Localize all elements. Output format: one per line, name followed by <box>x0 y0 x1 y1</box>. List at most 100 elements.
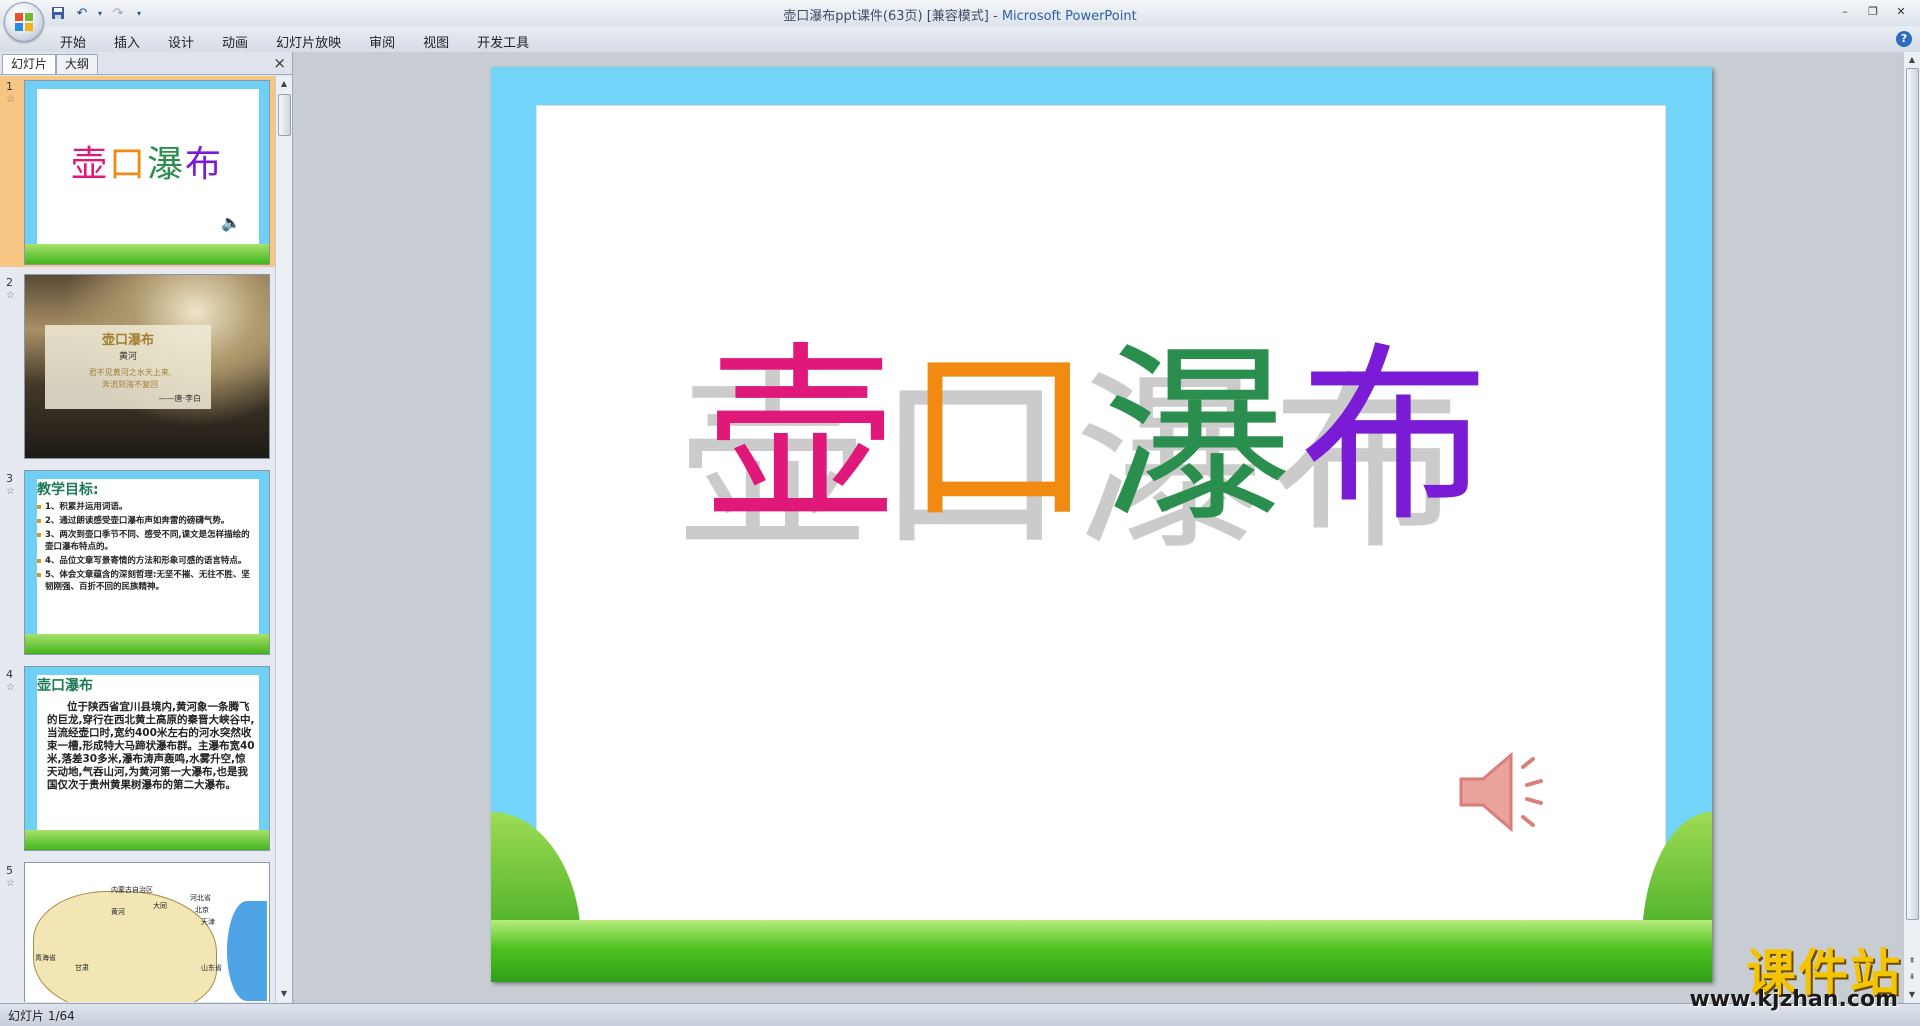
tab-insert[interactable]: 插入 <box>100 30 154 53</box>
tab-outline[interactable]: 大纲 <box>56 54 99 74</box>
close-icon[interactable]: ✕ <box>1888 2 1914 20</box>
tab-slideshow[interactable]: 幻灯片放映 <box>262 30 355 53</box>
tab-home[interactable]: 开始 <box>46 30 100 53</box>
animation-star-icon: ☆ <box>6 486 15 497</box>
close-pane-icon[interactable]: × <box>273 54 286 72</box>
map-label: 黄河 <box>111 908 125 916</box>
slide-number: 2 <box>6 276 13 289</box>
poem-signature: ——唐·李白 <box>158 394 201 403</box>
animation-star-icon: ☆ <box>6 290 15 301</box>
slide-canvas[interactable]: 壶口瀑布 <box>491 67 1712 982</box>
map-label: 甘肃 <box>75 964 89 972</box>
pane-tabs: 幻灯片 大纲 × <box>0 52 292 75</box>
thumbnail-paragraph: 位于陕西省宜川县境内,黄河象一条腾飞的巨龙,穿行在西北黄土高原的秦晋大峡谷中,当… <box>47 701 255 791</box>
window-title-doc: 壶口瀑布ppt课件(63页) [兼容模式] - <box>783 9 1002 24</box>
thumbnail-frame: 壶口瀑布 位于陕西省宜川县境内,黄河象一条腾飞的巨龙,穿行在西北黄土高原的秦晋大… <box>24 666 270 851</box>
scroll-up-icon[interactable]: ▲ <box>276 76 292 92</box>
slide-title[interactable]: 壶口瀑布 <box>491 327 1712 547</box>
tab-view[interactable]: 视图 <box>409 30 463 53</box>
thumbnail-list: 1、积累并运用词语。 2、通过朗读感受壶口瀑布声如奔雷的磅礴气势。 3、两次到壶… <box>37 501 255 595</box>
list-item: 1、积累并运用词语。 <box>37 501 255 513</box>
status-bar: 幻灯片 1/64 <box>0 1003 1920 1026</box>
title-char-4: 布 <box>1299 326 1498 547</box>
thumbnail-title: 壶口瀑布 <box>101 333 154 348</box>
ribbon-tab-bar: 开始 插入 设计 动画 幻灯片放映 审阅 视图 开发工具 ? <box>0 26 1920 53</box>
slide-number: 3 <box>6 472 13 485</box>
title-char: 瀑 <box>147 144 186 185</box>
poem-line: 君不见黄河之水天上来, <box>88 368 172 377</box>
next-slide-icon[interactable]: ⇟ <box>1904 969 1920 985</box>
map-label: 北京 <box>195 906 209 914</box>
title-bar: ↶ ▾ ↷ ▾ 壶口瀑布ppt课件(63页) [兼容模式] - Microsof… <box>0 0 1920 42</box>
office-logo-icon <box>15 13 33 31</box>
title-char: 壶 <box>70 144 109 185</box>
map-label: 天津 <box>201 918 215 926</box>
map-land <box>33 891 217 1002</box>
scroll-down-icon[interactable]: ▼ <box>276 986 292 1002</box>
slide-thumbnail-1[interactable]: 1 ☆ 壶口瀑布 🔈 <box>0 76 276 267</box>
tab-animations[interactable]: 动画 <box>208 30 262 53</box>
scroll-thumb[interactable] <box>1906 68 1919 920</box>
tab-review[interactable]: 审阅 <box>355 30 409 53</box>
scroll-up-icon[interactable]: ▲ <box>1904 52 1920 68</box>
restore-icon[interactable]: ❐ <box>1860 2 1886 20</box>
tab-design[interactable]: 设计 <box>154 30 208 53</box>
speaker-icon[interactable] <box>1453 737 1563 847</box>
window-title-app: Microsoft PowerPoint <box>1001 9 1137 24</box>
office-button[interactable] <box>4 2 44 42</box>
map-label: 青海省 <box>35 954 56 962</box>
thumbnail-list: 1 ☆ 壶口瀑布 🔈 2 ☆ 壶口瀑布 黄河 君不见黄河之水天上来, 奔流到海不… <box>0 76 276 1002</box>
poem-line: 奔流到海不复回 <box>102 380 158 389</box>
help-icon[interactable]: ? <box>1896 31 1912 47</box>
window-controls: – ❐ ✕ <box>1832 2 1914 20</box>
animation-star-icon: ☆ <box>6 878 15 889</box>
title-char: 布 <box>185 144 224 185</box>
prev-slide-icon[interactable]: ⇞ <box>1904 953 1920 969</box>
slide-number: 4 <box>6 668 13 681</box>
animation-star-icon: ☆ <box>6 94 15 105</box>
watermark-logo: 课件站 www.kjzhan.com <box>1672 933 1902 1013</box>
title-char-2: 口 <box>903 326 1102 547</box>
slide-thumbnail-3[interactable]: 3 ☆ 教学目标: 1、积累并运用词语。 2、通过朗读感受壶口瀑布声如奔雷的磅礴… <box>0 468 276 659</box>
tab-developer[interactable]: 开发工具 <box>463 30 543 53</box>
map-label: 内蒙古自治区 <box>111 886 153 894</box>
grass-strip <box>491 920 1712 982</box>
thumbnail-frame: 壶口瀑布 🔈 <box>24 80 270 265</box>
scroll-thumb[interactable] <box>278 94 291 136</box>
thumbnail-poem: 君不见黄河之水天上来, 奔流到海不复回 <box>55 367 205 391</box>
slide-scrollbar[interactable]: ▲ ⇞ ⇟ ▼ <box>1903 52 1920 1003</box>
speaker-icon: 🔈 <box>221 213 241 232</box>
list-item: 2、通过朗读感受壶口瀑布声如奔雷的磅礴气势。 <box>37 515 255 527</box>
map-label: 山东省 <box>201 964 222 972</box>
title-char: 壶口瀑布 <box>71 144 223 185</box>
minimize-icon[interactable]: – <box>1832 2 1858 20</box>
thumbnail-frame: 内蒙古自治区 黄河 大同 河北省 北京 天津 青海省 山东省 甘肃 <box>24 862 270 1002</box>
title-char: 口 <box>108 144 147 185</box>
slide-counter: 幻灯片 1/64 <box>8 1009 75 1023</box>
thumbnail-title: 壶口瀑布 <box>25 135 269 187</box>
thumbnail-heading: 教学目标: <box>37 482 99 498</box>
slide-thumbnail-2[interactable]: 2 ☆ 壶口瀑布 黄河 君不见黄河之水天上来, 奔流到海不复回 ——唐·李白 <box>0 272 276 463</box>
map-label: 大同 <box>153 902 167 910</box>
title-char-3: 瀑 <box>1101 326 1300 547</box>
animation-star-icon: ☆ <box>6 682 15 693</box>
thumbnail-frame: 壶口瀑布 黄河 君不见黄河之水天上来, 奔流到海不复回 ——唐·李白 <box>24 274 270 459</box>
scroll-down-icon[interactable]: ▼ <box>1904 987 1920 1003</box>
map-sea <box>227 901 267 1001</box>
thumbnail-heading: 壶口瀑布 <box>37 678 93 694</box>
window-title: 壶口瀑布ppt课件(63页) [兼容模式] - Microsoft PowerP… <box>0 5 1920 24</box>
list-item: 5、体会文章蕴含的深刻哲理:无坚不摧、无往不胜、坚韧刚强、百折不回的民族精神。 <box>37 569 255 593</box>
thumbnail-scrollbar[interactable]: ▲ ▼ <box>275 76 292 1002</box>
slides-pane: 幻灯片 大纲 × 1 ☆ 壶口瀑布 🔈 2 ☆ 壶口瀑布 黄河 君不见黄河之水天… <box>0 52 293 1003</box>
list-item: 3、两次到壶口季节不同、感受不同,课文是怎样描绘的壶口瀑布特点的。 <box>37 529 255 553</box>
slide-thumbnail-4[interactable]: 4 ☆ 壶口瀑布 位于陕西省宜川县境内,黄河象一条腾飞的巨龙,穿行在西北黄土高原… <box>0 664 276 855</box>
watermark-url: www.kjzhan.com <box>1689 987 1898 1012</box>
list-item: 4、品位文章写景寄情的方法和形象可感的语言特点。 <box>37 555 255 567</box>
thumbnail-frame: 教学目标: 1、积累并运用词语。 2、通过朗读感受壶口瀑布声如奔雷的磅礴气势。 … <box>24 470 270 655</box>
slide-thumbnail-5[interactable]: 5 ☆ 内蒙古自治区 黄河 大同 河北省 北京 天津 青海省 山东省 甘肃 <box>0 860 276 1002</box>
thumbnail-author: 黄河 <box>118 352 137 362</box>
map-label: 河北省 <box>190 894 211 902</box>
tab-slides[interactable]: 幻灯片 <box>2 54 57 74</box>
slide-number: 1 <box>6 80 13 93</box>
title-char-1: 壶 <box>705 326 904 547</box>
